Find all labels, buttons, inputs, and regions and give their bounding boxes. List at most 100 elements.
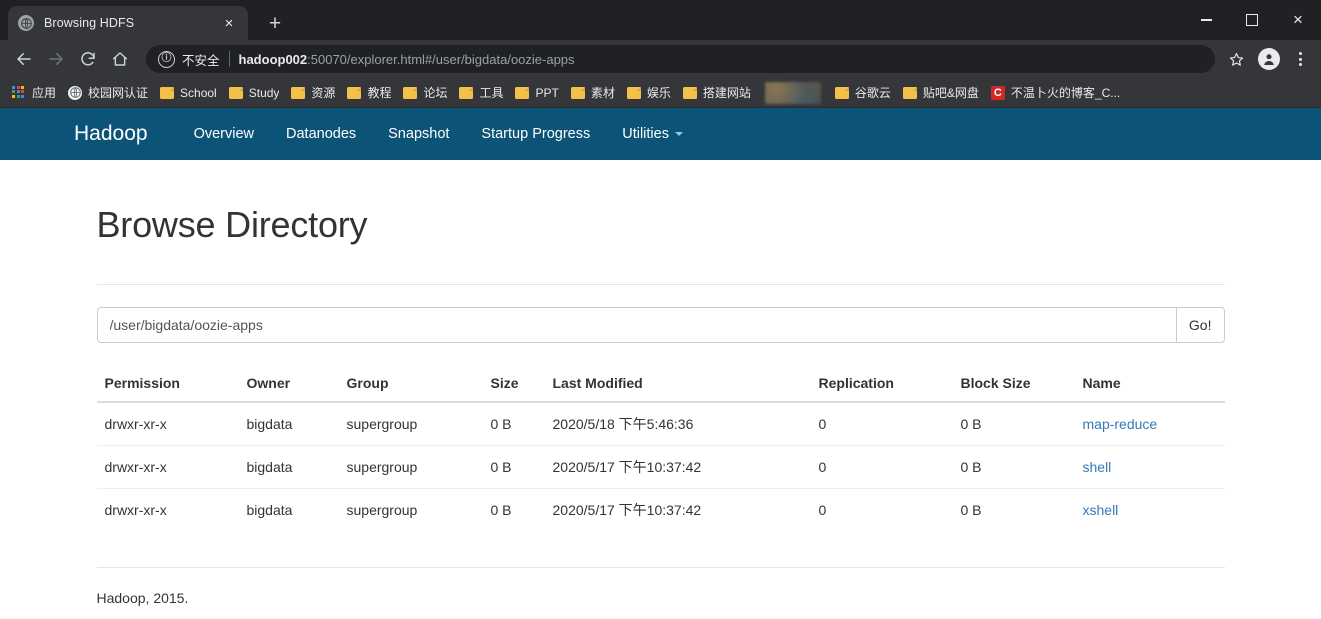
footer-divider [96,567,1225,568]
bookmark-tools[interactable]: 工具 [453,81,509,105]
new-tab-button[interactable]: + [262,10,288,36]
cell-size: 0 B [482,445,545,489]
close-icon[interactable]: × [220,14,238,32]
file-link[interactable]: map-reduce [1083,416,1158,432]
folder-icon [228,86,243,99]
title-divider [96,284,1225,285]
bookmark-redacted[interactable] [764,81,821,104]
directory-path-input[interactable] [96,307,1176,343]
cell-permission: drwxr-xr-x [96,445,239,489]
bookmark-label: 谷歌云 [854,86,891,100]
folder-icon [459,86,474,99]
info-icon[interactable]: ⓘ [158,50,175,68]
maximize-icon[interactable] [1229,0,1275,40]
bookmark-resources[interactable]: 资源 [285,81,341,105]
file-link[interactable]: xshell [1083,502,1119,518]
browser-window: Browsing HDFS × + × ⓘ 不安全 hadoop002:5007… [0,0,1321,619]
chevron-down-icon [674,132,683,136]
address-bar[interactable]: ⓘ 不安全 hadoop002:50070/explorer.html#/use… [146,45,1215,73]
bookmark-label: 不温卜火的博客_C... [1010,86,1121,100]
tab-strip: Browsing HDFS × + × [0,0,1321,40]
bookmark-label: School [180,85,217,100]
reload-icon[interactable] [72,44,104,74]
avatar[interactable] [1258,48,1280,70]
cell-size: 0 B [490,416,512,432]
omnibox-divider [228,51,230,67]
cell-block-size: 0 B [960,416,982,432]
cell-name: shell [1074,445,1225,489]
apps-grid-icon [12,85,26,100]
url-path: :50070/explorer.html#/user/bigdata/oozie… [307,51,575,67]
hdfs-navbar: Hadoop Overview Datanodes Snapshot Start… [0,108,1321,160]
folder-icon [403,86,418,99]
bookmark-label: 资源 [311,86,336,100]
table-row: drwxr-xr-x bigdata supergroup 0 B 2020/5… [96,445,1225,489]
minimize-icon[interactable] [1183,0,1229,40]
column-header-last-modified[interactable]: Last Modified [544,367,811,403]
column-header-block-size[interactable]: Block Size [952,367,1075,403]
cell-permission: drwxr-xr-x [104,416,167,432]
nav-utilities[interactable]: Utilities [606,108,699,160]
bookmark-entertainment[interactable]: 娱乐 [621,81,677,105]
bookmark-ppt[interactable]: PPT [509,81,564,105]
folder-icon [160,86,175,99]
page-container: Browse Directory Go! Permission Owner Gr… [81,204,1241,606]
bookmark-label: PPT [535,85,559,100]
tab-title: Browsing HDFS [44,16,135,30]
cell-replication: 0 [810,488,953,531]
nav-snapshot[interactable]: Snapshot [372,108,465,160]
column-header-replication[interactable]: Replication [810,367,953,403]
column-header-size[interactable]: Size [482,367,545,403]
home-icon[interactable] [104,44,136,74]
bookmark-build-website[interactable]: 搭建网站 [677,81,757,105]
cell-group: supergroup [346,416,418,432]
bookmark-label: Study [248,85,280,100]
star-icon[interactable] [1221,44,1251,74]
folder-icon [291,86,306,99]
bookmark-school[interactable]: School [154,81,223,105]
security-status-label: 不安全 [182,53,220,68]
bookmark-materials[interactable]: 素材 [565,81,621,105]
cell-owner: bigdata [238,445,339,489]
folder-icon [902,86,917,99]
cell-name: xshell [1074,488,1225,531]
column-header-permission[interactable]: Permission [96,367,239,403]
close-icon[interactable]: × [1275,0,1321,40]
cell-block-size: 0 B [952,488,1075,531]
back-icon[interactable] [8,44,40,74]
go-button[interactable]: Go! [1175,307,1225,343]
nav-startup-progress[interactable]: Startup Progress [465,108,606,160]
folder-icon [682,86,697,99]
column-header-owner[interactable]: Owner [238,367,339,403]
column-header-name[interactable]: Name [1074,367,1225,403]
browser-tab[interactable]: Browsing HDFS × [8,6,248,40]
bookmark-study[interactable]: Study [223,81,286,105]
folder-icon [347,86,362,99]
bookmark-label: 搭建网站 [702,86,751,100]
browser-toolbar: ⓘ 不安全 hadoop002:50070/explorer.html#/use… [0,40,1321,78]
bookmark-google-cloud[interactable]: 谷歌云 [829,81,897,105]
cell-permission: drwxr-xr-x [96,488,239,531]
folder-icon [626,86,641,99]
bookmark-tieba-netdisk[interactable]: 贴吧&网盘 [897,81,985,105]
bookmark-campus-auth[interactable]: 校园网认证 [62,81,154,105]
page-title: Browse Directory [96,204,368,245]
bookmark-apps[interactable]: 应用 [6,81,62,105]
cell-block-size: 0 B [952,445,1075,489]
bookmark-csdn-blog[interactable]: C 不温卜火的博客_C... [985,81,1126,105]
directory-listing-table: Permission Owner Group Size Last Modifie… [96,367,1225,531]
bookmark-tutorials[interactable]: 教程 [341,81,397,105]
url-host: hadoop002 [238,51,308,67]
forward-icon[interactable] [40,44,72,74]
nav-overview[interactable]: Overview [178,108,270,160]
table-row: drwxr-xr-x bigdata supergroup 0 B 2020/5… [96,488,1225,531]
file-link[interactable]: shell [1083,459,1112,475]
kebab-menu-icon[interactable] [1287,44,1313,74]
bookmark-label: 工具 [479,86,504,100]
cell-group: supergroup [338,445,483,489]
bookmark-label: 教程 [367,86,392,100]
brand-hadoop[interactable]: Hadoop [74,122,148,146]
column-header-group[interactable]: Group [338,367,483,403]
bookmark-forums[interactable]: 论坛 [397,81,453,105]
nav-datanodes[interactable]: Datanodes [270,108,372,160]
